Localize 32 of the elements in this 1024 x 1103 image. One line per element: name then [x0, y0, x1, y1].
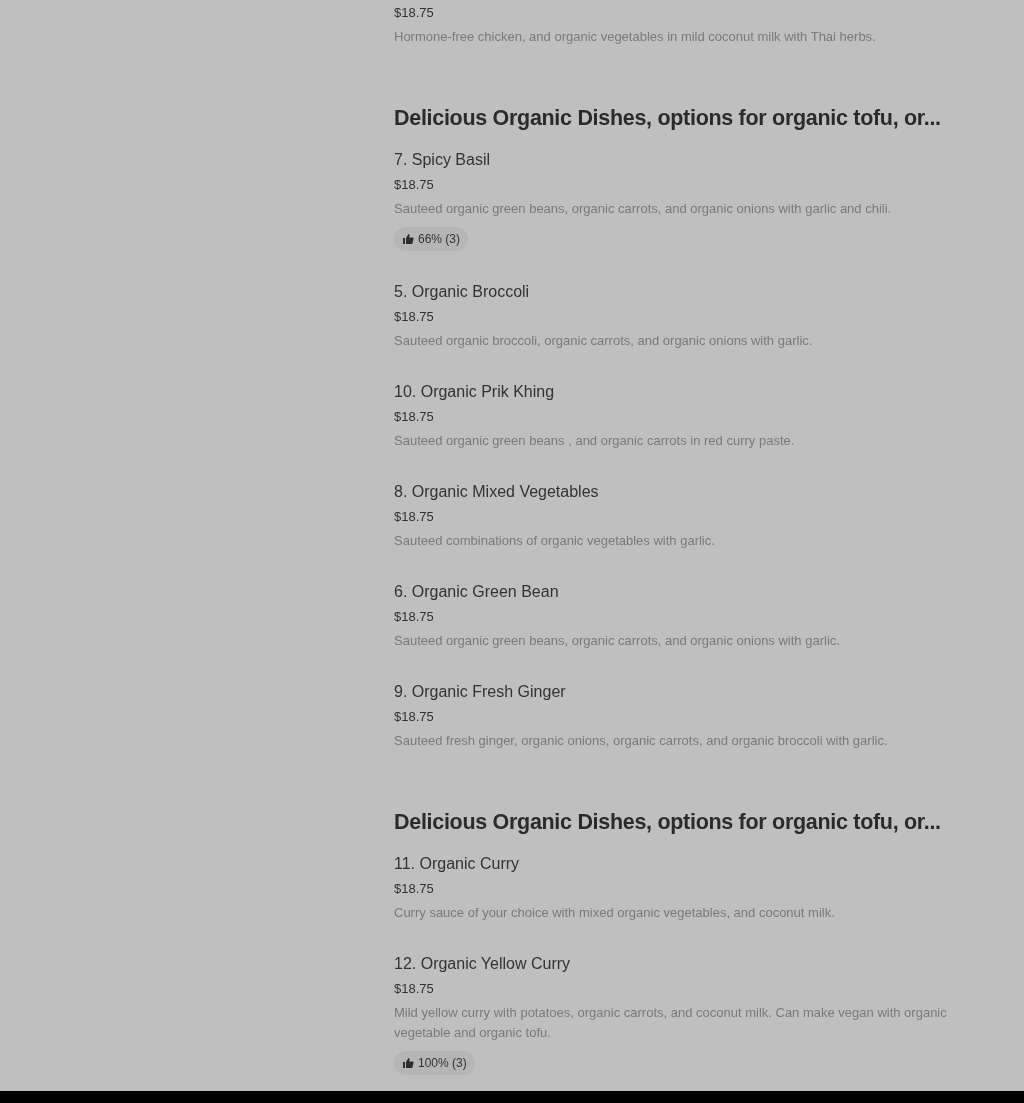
dish-title[interactable]: 7. Spicy Basil — [394, 148, 1014, 172]
dish-description: Hormone-free chicken, and organic vegetables in mild coconut milk with Thai herbs. — [394, 28, 877, 46]
dish-price: $18.75 — [394, 508, 435, 526]
dish-description: Curry sauce of your choice with mixed organic vegetables, and coconut milk. — [394, 904, 836, 922]
dish-title[interactable]: 9. Organic Fresh Ginger — [394, 680, 1014, 704]
section-heading: Delicious Organic Dishes, options for organic tofu, or... — [394, 105, 942, 132]
dish-description: Sauteed organic green beans, organic carrots, and organic onions with garlic. — [394, 632, 841, 650]
dish-title[interactable]: 5. Organic Broccoli — [394, 280, 1014, 304]
thumbs-up-icon — [402, 1057, 414, 1069]
dish-description: Sauteed organic broccoli, organic carrots, and organic onions with garlic. — [394, 332, 814, 350]
rating-text: 100% (3) — [418, 1056, 467, 1070]
dish-description: Sauteed fresh ginger, organic onions, organic carrots, and organic broccoli with garlic. — [394, 732, 889, 750]
dish-price: $18.75 — [394, 176, 435, 194]
dish-description: Sauteed organic green beans, organic carrots, and organic onions with garlic and chili. — [394, 200, 893, 218]
dish-price: $18.75 — [394, 980, 435, 998]
dish-price: $18.75 — [394, 880, 435, 898]
dish-title[interactable]: 11. Organic Curry — [394, 852, 1014, 876]
dish-price: $18.75 — [394, 608, 435, 626]
dish-description: Mild yellow curry with potatoes, organic carrots, and coconut milk. Can make vegan with organic vegetable and organic tofu. — [394, 1004, 948, 1042]
dish-title[interactable]: 6. Organic Green Bean — [394, 580, 1014, 604]
dish-price: $18.75 — [394, 308, 435, 326]
dish-description: Sauteed combinations of organic vegetables with garlic. — [394, 532, 716, 550]
dish-description: Sauteed organic green beans , and organic carrots in red curry paste. — [394, 432, 796, 450]
rating-text: 66% (3) — [418, 232, 461, 246]
thumbs-up-icon — [402, 233, 414, 245]
section-heading: Delicious Organic Dishes, options for organic tofu, or... — [394, 809, 942, 836]
dish-price: $18.75 — [394, 4, 435, 22]
dish-price: $18.75 — [394, 408, 435, 426]
dish-price: $18.75 — [394, 708, 435, 726]
dish-title[interactable]: 10. Organic Prik Khing — [394, 380, 1014, 404]
dish-title[interactable]: 8. Organic Mixed Vegetables — [394, 480, 1014, 504]
dish-title[interactable]: 12. Organic Yellow Curry — [394, 952, 1014, 976]
